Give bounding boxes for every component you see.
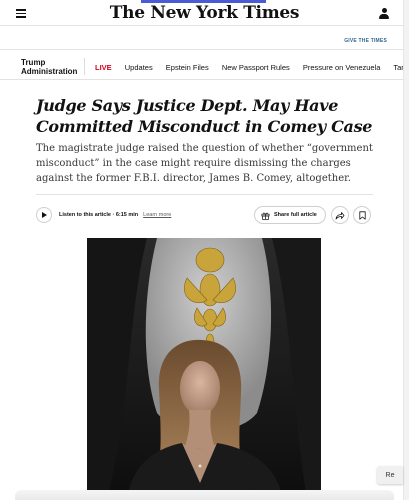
scrollbar-track[interactable]	[403, 0, 409, 500]
article-photo	[87, 238, 321, 500]
topic-title-line2: Administration	[21, 67, 78, 76]
learn-more-link[interactable]: Learn more	[143, 212, 171, 218]
nav-link-updates-label: Updates	[124, 63, 153, 72]
article-headline: Judge Says Justice Dept. May Have Commit…	[36, 96, 373, 136]
share-full-article-label: Share full article	[274, 212, 317, 218]
nav-link-passport-rules[interactable]: New Passport Rules	[222, 63, 290, 72]
account-icon[interactable]	[379, 8, 389, 20]
listen-label: Listen to this article · 6:15 min	[59, 212, 139, 218]
nav-link-updates[interactable]: LIVE Updates	[95, 63, 153, 72]
gift-icon	[261, 212, 270, 220]
save-button[interactable]	[353, 206, 371, 224]
nav-link-epstein-files[interactable]: Epstein Files	[166, 63, 209, 72]
bottom-panel-edge	[15, 490, 394, 500]
nav-divider	[84, 58, 85, 75]
share-button[interactable]	[331, 206, 349, 224]
nav-link-venezuela[interactable]: Pressure on Venezuela	[303, 63, 381, 72]
give-the-times-link[interactable]: GIVE THE TIMES	[344, 38, 387, 44]
share-arrow-icon	[335, 211, 345, 219]
site-header: The New York Times	[0, 0, 409, 26]
listen-bar: Listen to this article · 6:15 min Learn …	[36, 206, 171, 224]
topic-title-line1: Trump	[21, 58, 46, 67]
article-summary: The magistrate judge raised the question…	[36, 143, 373, 184]
topic-title[interactable]: Trump Administration	[21, 58, 77, 76]
live-label: LIVE	[95, 63, 112, 72]
play-icon[interactable]	[36, 207, 52, 223]
bookmark-icon	[358, 210, 366, 220]
topic-links: LIVE Updates Epstein Files New Passport …	[95, 63, 409, 72]
promo-bar: GIVE THE TIMES	[0, 27, 409, 50]
topic-nav: Trump Administration LIVE Updates Epstei…	[0, 52, 409, 80]
masthead-logo[interactable]: The New York Times	[0, 3, 409, 23]
share-full-article-button[interactable]: Share full article	[254, 206, 326, 224]
read-later-tab[interactable]: Re	[377, 466, 403, 484]
divider	[36, 194, 373, 195]
